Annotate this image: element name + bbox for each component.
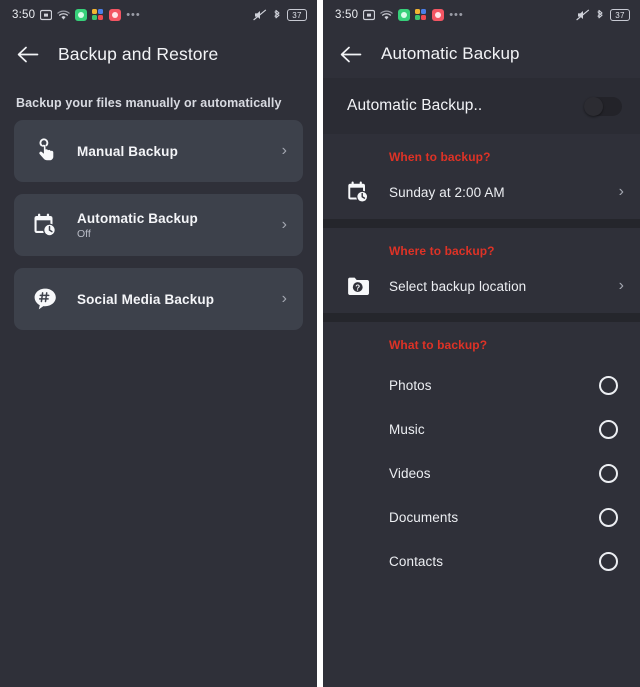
checkbox-music[interactable] [599, 419, 618, 439]
app-bar-left: Backup and Restore [0, 30, 317, 78]
automatic-backup-toggle-label: Automatic Backup.. [347, 97, 483, 114]
chevron-right-icon: › [281, 290, 287, 307]
backup-options-list: Manual Backup › Automatic Backup Off › S… [0, 120, 317, 330]
page-title-right: Automatic Backup [381, 44, 520, 63]
backup-content-list: Photos Music Videos Documents Contacts [323, 361, 640, 583]
check-row-contacts[interactable]: Contacts [323, 539, 640, 583]
card-manual-backup[interactable]: Manual Backup › [14, 120, 303, 182]
row-backup-schedule[interactable]: Sunday at 2:00 AM › [323, 173, 640, 219]
app-dots-icon [92, 9, 104, 21]
automatic-backup-toggle-row[interactable]: Automatic Backup.. [323, 78, 640, 134]
check-row-videos[interactable]: Videos [323, 451, 640, 495]
calendar-clock-icon [345, 179, 371, 205]
app-red-icon [432, 9, 445, 21]
checkbox-documents[interactable] [599, 507, 618, 527]
battery-indicator: 37 [610, 9, 630, 21]
wifi-icon [57, 10, 70, 21]
section-divider [323, 219, 640, 228]
card-automatic-backup-text: Automatic Backup Off [77, 211, 282, 240]
chevron-right-icon: › [618, 183, 624, 200]
check-label-photos: Photos [389, 377, 432, 393]
volume-mute-icon [253, 9, 267, 21]
bluetooth-icon [273, 9, 281, 21]
dual-screen-container: 3:50 ••• 37 Backup and Restore Backup yo… [0, 0, 640, 687]
volume-mute-icon [576, 9, 590, 21]
back-button-right[interactable] [337, 40, 365, 68]
app-red-icon [109, 9, 122, 21]
automatic-backup-switch[interactable] [584, 96, 622, 116]
overflow-ellipsis-icon: ••• [126, 9, 141, 21]
section-heading-what: What to backup? [389, 338, 488, 352]
card-automatic-backup-status: Off [77, 227, 91, 240]
row-backup-schedule-label: Sunday at 2:00 AM [389, 184, 505, 200]
row-backup-location-label: Select backup location [389, 278, 527, 294]
app-green-icon [398, 9, 411, 21]
card-manual-backup-text: Manual Backup [77, 144, 282, 159]
check-row-music[interactable]: Music [323, 407, 640, 451]
card-social-media-backup[interactable]: Social Media Backup › [14, 268, 303, 330]
arrow-back-icon [340, 46, 362, 62]
card-automatic-backup-title: Automatic Backup [77, 210, 198, 226]
status-bar-right: 3:50 ••• 37 [323, 0, 640, 30]
bluetooth-icon [596, 9, 604, 21]
page-title-left: Backup and Restore [58, 43, 219, 64]
app-bar-right: Automatic Backup [323, 30, 640, 78]
check-label-videos: Videos [389, 465, 431, 481]
chevron-right-icon: › [281, 142, 287, 159]
calendar-clock-icon [30, 210, 60, 240]
app-green-icon [75, 9, 88, 21]
arrow-back-icon [17, 46, 39, 62]
wifi-icon [380, 10, 393, 21]
chevron-right-icon: › [618, 277, 624, 294]
card-automatic-backup[interactable]: Automatic Backup Off › [14, 194, 303, 256]
card-social-media-backup-title: Social Media Backup [77, 291, 215, 307]
screenshot-icon [40, 9, 53, 21]
left-screen: 3:50 ••• 37 Backup and Restore Backup yo… [0, 0, 317, 687]
overflow-ellipsis-icon: ••• [449, 9, 464, 21]
section-divider [323, 313, 640, 322]
back-button-left[interactable] [14, 40, 42, 68]
check-row-photos[interactable]: Photos [323, 363, 640, 407]
screenshot-icon [363, 9, 376, 21]
card-social-media-backup-text: Social Media Backup [77, 292, 282, 307]
card-manual-backup-title: Manual Backup [77, 143, 178, 159]
chevron-right-icon: › [281, 216, 287, 233]
status-bar-right-group: 37 [253, 9, 307, 21]
row-backup-location[interactable]: ? Select backup location › [323, 267, 640, 313]
right-screen: 3:50 ••• 37 Automatic Backup Automatic B… [323, 0, 640, 687]
check-label-contacts: Contacts [389, 553, 444, 569]
left-subtitle: Backup your files manually or automatica… [16, 96, 282, 110]
svg-text:?: ? [355, 283, 360, 292]
check-label-music: Music [389, 421, 425, 437]
section-heading-where: Where to backup? [389, 244, 495, 258]
status-bar-right-group: 37 [576, 9, 630, 21]
status-bar-left-group: 3:50 ••• [12, 9, 141, 21]
hashtag-bubble-icon [30, 284, 60, 314]
status-bar-left: 3:50 ••• 37 [0, 0, 317, 30]
checkbox-photos[interactable] [599, 375, 618, 395]
switch-knob [584, 96, 603, 116]
section-heading-when: When to backup? [389, 150, 491, 164]
checkbox-videos[interactable] [599, 463, 618, 483]
folder-question-icon: ? [345, 273, 371, 299]
app-dots-icon [415, 9, 427, 21]
battery-indicator: 37 [287, 9, 307, 21]
tap-gesture-icon [30, 136, 60, 166]
check-label-documents: Documents [389, 509, 459, 525]
status-clock: 3:50 [12, 9, 36, 21]
checkbox-contacts[interactable] [599, 551, 618, 571]
status-clock: 3:50 [335, 9, 359, 21]
check-row-documents[interactable]: Documents [323, 495, 640, 539]
status-bar-left-group: 3:50 ••• [335, 9, 464, 21]
